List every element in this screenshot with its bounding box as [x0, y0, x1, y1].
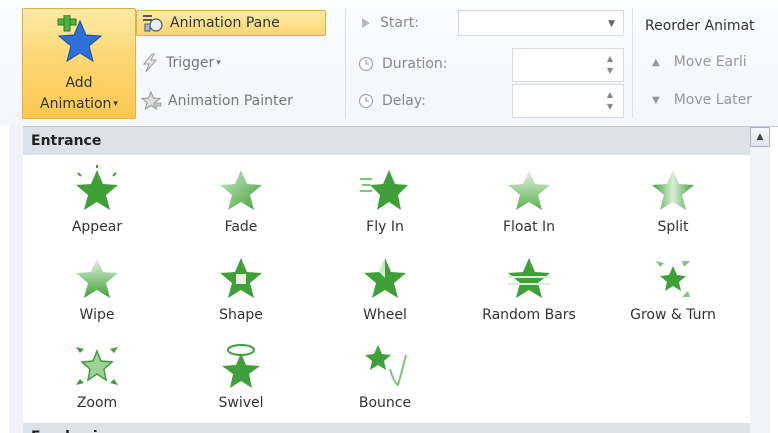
move-earlier-button[interactable]: ▲ Move Earli: [652, 54, 747, 70]
bounce-star-icon: [365, 345, 407, 387]
spin-up-icon[interactable]: ▲: [607, 55, 613, 63]
reorder-animation-title: Reorder Animat: [645, 18, 755, 34]
effect-wheel[interactable]: Wheel: [315, 249, 455, 335]
play-icon: [362, 18, 370, 28]
duration-label: Duration:: [382, 56, 448, 72]
chevron-down-icon: ▾: [113, 99, 118, 109]
effect-label: Shape: [219, 307, 263, 323]
animation-pane-button[interactable]: Animation Pane: [136, 10, 326, 36]
add-animation-label-2: Animation ▾: [40, 96, 118, 112]
animation-painter-button[interactable]: Animation Painter: [140, 88, 293, 114]
trigger-button[interactable]: Trigger ▾: [140, 50, 221, 76]
clock-icon: [358, 93, 374, 109]
painter-star-icon: [140, 91, 162, 111]
animation-pane-icon: [143, 15, 163, 32]
effect-label: Appear: [71, 219, 123, 235]
effect-label: Wipe: [79, 307, 115, 323]
start-dropdown[interactable]: ▼: [458, 10, 624, 36]
float-in-star-icon: [508, 170, 550, 210]
animation-pane-label: Animation Pane: [170, 15, 280, 31]
shape-star-icon: [220, 258, 262, 298]
effect-fade[interactable]: Fade: [171, 161, 311, 247]
effect-label: Float In: [502, 219, 556, 235]
random-bars-star-icon: [508, 258, 550, 298]
add-animation-button[interactable]: Add Animation ▾: [22, 8, 136, 119]
triangle-down-icon: ▼: [652, 94, 660, 106]
animation-gallery: Entrance Appear Fade Fly In Float In Spl…: [9, 126, 778, 433]
effect-label: Bounce: [358, 395, 412, 411]
spin-down-icon[interactable]: ▼: [607, 67, 613, 75]
duration-spinner[interactable]: ▲ ▼: [512, 48, 624, 82]
scroll-up-button[interactable]: ▲: [750, 127, 770, 147]
emphasis-header: Emphasis: [23, 423, 751, 433]
divider: [345, 8, 346, 118]
effect-label: Grow & Turn: [630, 307, 716, 323]
effect-label: Split: [657, 219, 689, 235]
effect-shape[interactable]: Shape: [171, 249, 311, 335]
effect-label: Wheel: [363, 307, 407, 323]
delay-spinner[interactable]: ▲ ▼: [512, 84, 624, 118]
gallery-scrollbar[interactable]: [750, 147, 770, 433]
triangle-up-icon: ▲: [756, 132, 764, 142]
start-label: Start:: [380, 15, 419, 31]
effect-label: Zoom: [76, 395, 118, 411]
effect-label: Fly In: [366, 219, 404, 235]
effect-bounce[interactable]: Bounce: [315, 337, 455, 423]
effect-float-in[interactable]: Float In: [459, 161, 599, 247]
effect-random-bars[interactable]: Random Bars: [459, 249, 599, 335]
lightning-icon: [142, 53, 158, 73]
effect-label: Random Bars: [482, 307, 576, 323]
effect-zoom[interactable]: Zoom: [27, 337, 167, 423]
effect-fly-in[interactable]: Fly In: [315, 161, 455, 247]
delay-field: Delay:: [358, 89, 426, 113]
divider: [632, 8, 633, 118]
triangle-up-icon: ▲: [652, 56, 660, 68]
effect-label: Fade: [224, 219, 258, 235]
add-animation-label: Add: [65, 75, 93, 91]
chevron-down-icon: ▼: [608, 19, 615, 29]
effect-appear[interactable]: Appear: [27, 161, 167, 247]
effect-split[interactable]: Split: [603, 161, 743, 247]
entrance-header: Entrance: [23, 127, 751, 155]
delay-label: Delay:: [382, 93, 426, 109]
trigger-label: Trigger: [166, 55, 215, 71]
effect-wipe[interactable]: Wipe: [27, 249, 167, 335]
grow-turn-star-icon: [656, 261, 690, 297]
effect-grow-turn[interactable]: Grow & Turn: [603, 249, 743, 335]
fly-in-star-icon: [360, 170, 408, 210]
move-earlier-label: Move Earli: [673, 54, 747, 70]
appear-star-icon: [76, 165, 118, 210]
animations-ribbon: Add Animation ▾ Animation Pane Trigger ▾ …: [0, 0, 778, 126]
move-later-button[interactable]: ▼ Move Later: [652, 92, 752, 108]
swivel-star-icon: [222, 344, 260, 388]
add-star-icon: [57, 15, 103, 63]
effect-label: Swivel: [218, 395, 264, 411]
effect-swivel[interactable]: Swivel: [171, 337, 311, 423]
wipe-star-icon: [76, 258, 118, 298]
split-star-icon: [652, 170, 694, 210]
chevron-down-icon: ▾: [216, 58, 221, 68]
wheel-star-icon: [364, 258, 406, 298]
animation-painter-label: Animation Painter: [168, 93, 293, 109]
move-later-label: Move Later: [673, 92, 752, 108]
zoom-star-icon: [76, 347, 118, 385]
spin-down-icon[interactable]: ▼: [607, 103, 613, 111]
clock-icon: [358, 56, 374, 72]
start-field: Start:: [360, 11, 419, 35]
spin-up-icon[interactable]: ▲: [607, 91, 613, 99]
fade-star-icon: [220, 170, 262, 210]
duration-field: Duration:: [358, 52, 448, 76]
